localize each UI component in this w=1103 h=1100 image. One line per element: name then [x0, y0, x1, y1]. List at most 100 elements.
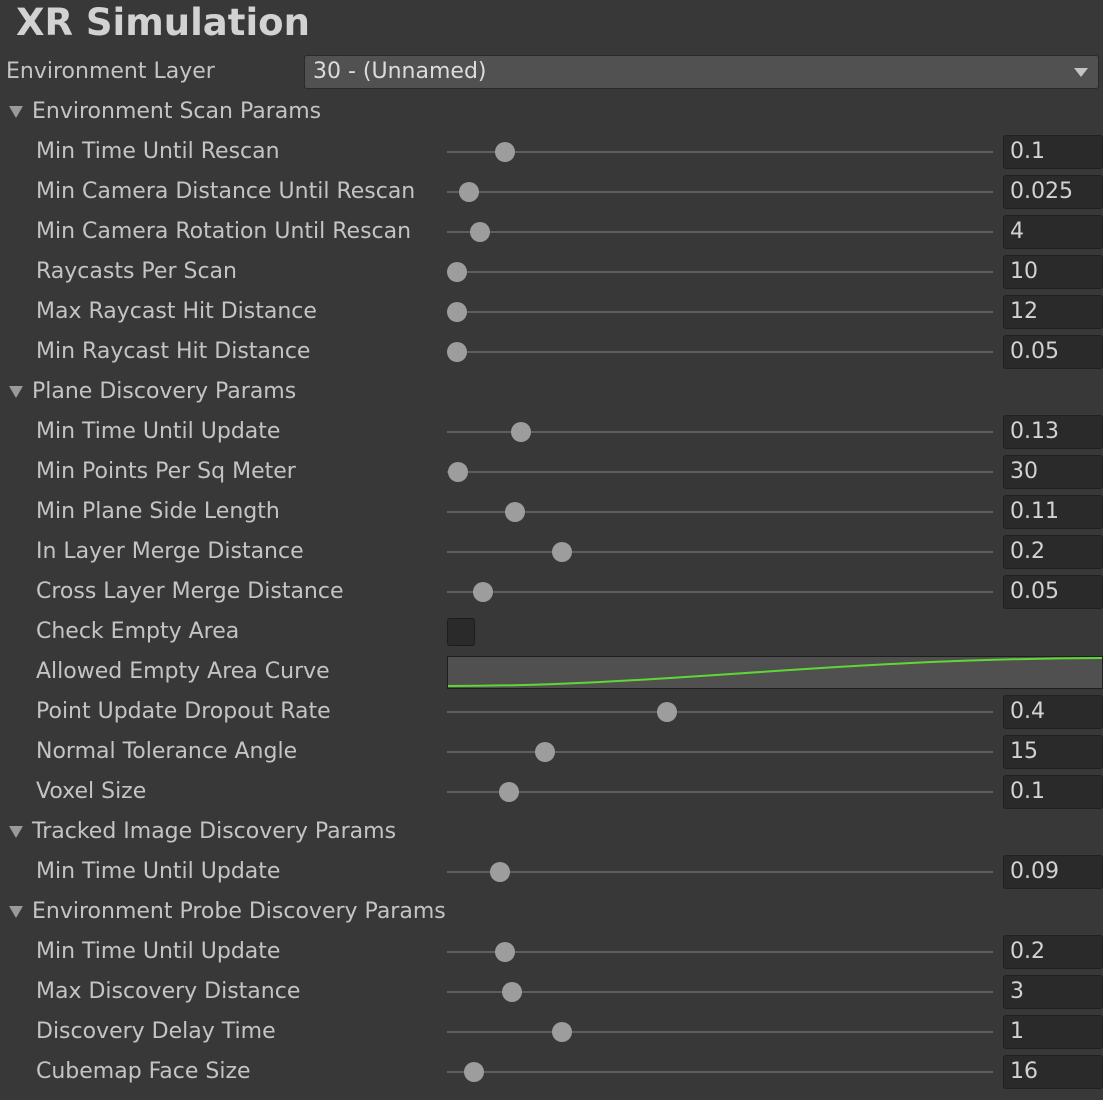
environment-layer-label: Environment Layer	[6, 59, 215, 84]
slider-track[interactable]	[447, 151, 993, 153]
property-label: Min Time Until Update	[36, 939, 281, 964]
value-field[interactable]: 4	[1003, 215, 1103, 249]
property-label: Cubemap Face Size	[36, 1059, 251, 1084]
slider-track[interactable]	[447, 351, 993, 353]
slider-track[interactable]	[447, 991, 993, 993]
slider-track[interactable]	[447, 511, 993, 513]
property-row: Point Update Dropout Rate 0.4	[0, 692, 1103, 732]
slider-thumb[interactable]	[464, 1062, 484, 1082]
property-row: In Layer Merge Distance 0.2	[0, 532, 1103, 572]
foldout-triangle-icon[interactable]	[9, 826, 23, 838]
slider-track[interactable]	[447, 471, 993, 473]
slider-track[interactable]	[447, 1071, 993, 1073]
chevron-down-icon	[1074, 68, 1088, 77]
property-row: Min Plane Side Length 0.11	[0, 492, 1103, 532]
section-title: Plane Discovery Params	[32, 379, 297, 404]
slider-thumb[interactable]	[447, 342, 467, 362]
value-field[interactable]: 0.2	[1003, 935, 1103, 969]
property-label: Min Time Until Update	[36, 419, 281, 444]
slider-thumb[interactable]	[552, 1022, 572, 1042]
value-field[interactable]: 3	[1003, 975, 1103, 1009]
property-label: Point Update Dropout Rate	[36, 699, 331, 724]
slider-track[interactable]	[447, 951, 993, 953]
property-row: Min Time Until Update 0.2	[0, 932, 1103, 972]
slider-thumb[interactable]	[495, 142, 515, 162]
curve-field[interactable]	[447, 656, 1103, 689]
slider-track[interactable]	[447, 871, 993, 873]
property-row: Min Points Per Sq Meter 30	[0, 452, 1103, 492]
slider-track[interactable]	[447, 591, 993, 593]
value-field[interactable]: 0.1	[1003, 775, 1103, 809]
environment-layer-dropdown[interactable]: 30 - (Unnamed)	[304, 55, 1099, 89]
slider-thumb[interactable]	[499, 782, 519, 802]
slider-thumb[interactable]	[490, 862, 510, 882]
slider-track[interactable]	[447, 791, 993, 793]
property-row: Cubemap Face Size 16	[0, 1052, 1103, 1092]
checkbox[interactable]	[447, 618, 475, 646]
slider-track[interactable]	[447, 191, 993, 193]
foldout-triangle-icon[interactable]	[9, 106, 23, 118]
property-row: Raycasts Per Scan 10	[0, 252, 1103, 292]
slider-thumb[interactable]	[495, 942, 515, 962]
slider-track[interactable]	[447, 311, 993, 313]
property-label: Raycasts Per Scan	[36, 259, 237, 284]
environment-layer-value: 30 - (Unnamed)	[313, 59, 487, 84]
slider-thumb[interactable]	[473, 582, 493, 602]
value-field[interactable]: 15	[1003, 735, 1103, 769]
property-row: Min Raycast Hit Distance 0.05	[0, 332, 1103, 372]
inspector-title: XR Simulation	[16, 1, 310, 44]
section-title: Tracked Image Discovery Params	[32, 819, 397, 844]
slider-thumb[interactable]	[459, 182, 479, 202]
property-row: Max Discovery Distance 3	[0, 972, 1103, 1012]
property-label: Min Time Until Update	[36, 859, 281, 884]
value-field[interactable]: 0.11	[1003, 495, 1103, 529]
slider-thumb[interactable]	[511, 422, 531, 442]
foldout-triangle-icon[interactable]	[9, 906, 23, 918]
foldout-triangle-icon[interactable]	[9, 386, 23, 398]
slider-thumb[interactable]	[657, 702, 677, 722]
value-field[interactable]: 1	[1003, 1015, 1103, 1049]
property-row: Voxel Size 0.1	[0, 772, 1103, 812]
value-field[interactable]: 12	[1003, 295, 1103, 329]
property-label: Min Plane Side Length	[36, 499, 280, 524]
slider-track[interactable]	[447, 271, 993, 273]
slider-thumb[interactable]	[447, 302, 467, 322]
value-field[interactable]: 0.13	[1003, 415, 1103, 449]
property-row: Max Raycast Hit Distance 12	[0, 292, 1103, 332]
slider-thumb[interactable]	[505, 502, 525, 522]
value-field[interactable]: 0.05	[1003, 335, 1103, 369]
slider-thumb[interactable]	[552, 542, 572, 562]
value-field[interactable]: 30	[1003, 455, 1103, 489]
slider-track[interactable]	[447, 551, 993, 553]
property-label: Discovery Delay Time	[36, 1019, 276, 1044]
value-field[interactable]: 0.2	[1003, 535, 1103, 569]
property-label: In Layer Merge Distance	[36, 539, 304, 564]
slider-track[interactable]	[447, 751, 993, 753]
slider-track[interactable]	[447, 1031, 993, 1033]
property-row: Normal Tolerance Angle 15	[0, 732, 1103, 772]
property-row: Allowed Empty Area Curve	[0, 652, 1103, 692]
slider-track[interactable]	[447, 231, 993, 233]
value-field[interactable]: 0.09	[1003, 855, 1103, 889]
property-label: Min Camera Rotation Until Rescan	[36, 219, 412, 244]
value-field[interactable]: 0.05	[1003, 575, 1103, 609]
slider-thumb[interactable]	[502, 982, 522, 1002]
slider-track[interactable]	[447, 711, 993, 713]
value-field[interactable]: 16	[1003, 1055, 1103, 1089]
property-label: Voxel Size	[36, 779, 147, 804]
property-label: Cross Layer Merge Distance	[36, 579, 344, 604]
slider-thumb[interactable]	[535, 742, 555, 762]
property-row: Cross Layer Merge Distance 0.05	[0, 572, 1103, 612]
section-title: Environment Scan Params	[32, 99, 322, 124]
slider-thumb[interactable]	[470, 222, 490, 242]
property-label: Min Time Until Rescan	[36, 139, 280, 164]
property-row: Min Time Until Update 0.09	[0, 852, 1103, 892]
slider-thumb[interactable]	[447, 262, 467, 282]
property-row: Min Time Until Update 0.13	[0, 412, 1103, 452]
property-label: Max Discovery Distance	[36, 979, 301, 1004]
value-field[interactable]: 0.4	[1003, 695, 1103, 729]
slider-thumb[interactable]	[448, 462, 468, 482]
value-field[interactable]: 10	[1003, 255, 1103, 289]
value-field[interactable]: 0.1	[1003, 135, 1103, 169]
value-field[interactable]: 0.025	[1003, 175, 1103, 209]
